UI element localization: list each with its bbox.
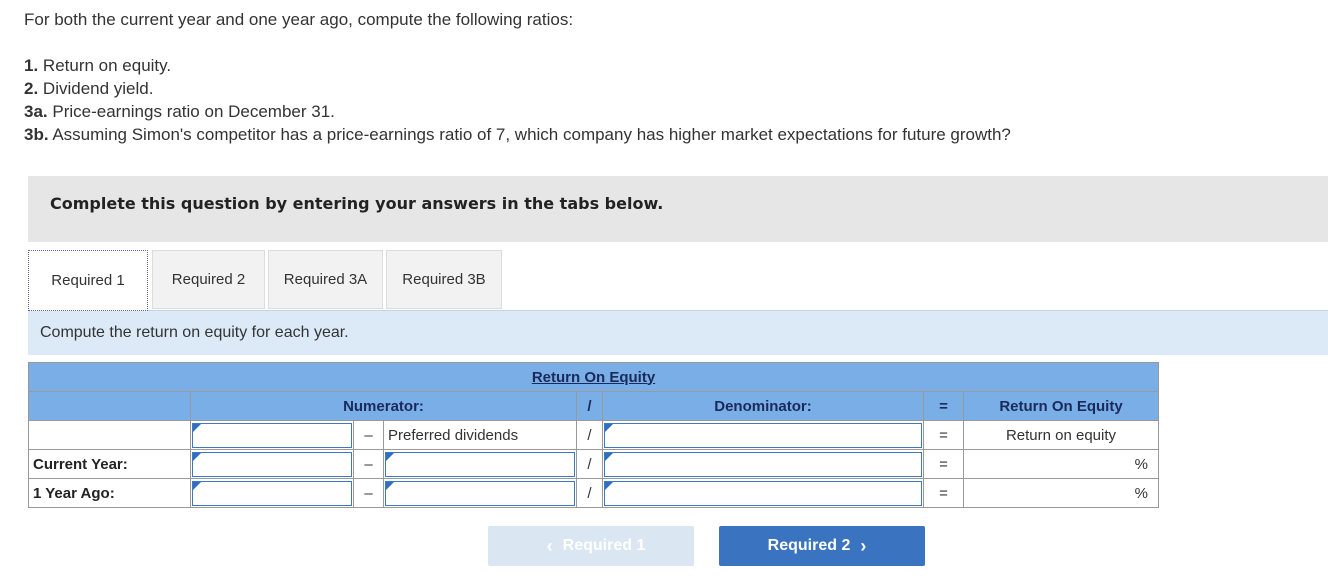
- equals-sign: =: [923, 478, 964, 508]
- current-preferred-dividends-input[interactable]: [385, 451, 575, 477]
- table-title: Return On Equity: [531, 368, 656, 386]
- divide-header: /: [576, 391, 603, 421]
- equals-sign: =: [923, 420, 964, 450]
- table-title-row: Return On Equity: [28, 362, 1159, 392]
- chevron-right-icon: ›: [860, 535, 867, 556]
- net-income-label-input[interactable]: [192, 422, 352, 448]
- question-item-1: 1. Return on equity.: [24, 56, 172, 75]
- tab-required-3b[interactable]: Required 3B: [386, 250, 502, 309]
- prior-preferred-dividends-input[interactable]: [385, 480, 575, 506]
- minus-sign: –: [353, 478, 384, 508]
- tab-required-3a[interactable]: Required 3A: [268, 250, 383, 309]
- divide-sign: /: [576, 449, 603, 479]
- table-row-labels: – Preferred dividends / = Return on equi…: [28, 420, 1159, 450]
- question-item-3a: 3a. Price-earnings ratio on December 31.: [24, 102, 335, 121]
- header-blank: [28, 391, 191, 421]
- table-row: 1 Year Ago: – / = %: [28, 478, 1159, 508]
- equals-sign: =: [923, 449, 964, 479]
- instruction-bar: Compute the return on equity for each ye…: [28, 311, 1328, 355]
- row-label-current-year: Current Year:: [28, 449, 191, 479]
- equals-header: =: [923, 391, 964, 421]
- result-header: Return On Equity: [963, 391, 1159, 421]
- question-item-3b: 3b. Assuming Simon's competitor has a pr…: [24, 125, 1011, 144]
- previous-button[interactable]: ‹ Required 1: [488, 526, 694, 566]
- prior-denominator-input[interactable]: [604, 480, 922, 506]
- table-header-row: Numerator: / Denominator: = Return On Eq…: [28, 391, 1159, 421]
- instructions-banner: Complete this question by entering your …: [28, 176, 1328, 242]
- current-net-income-input[interactable]: [192, 451, 352, 477]
- tab-required-2[interactable]: Required 2: [152, 250, 265, 309]
- denominator-label-input[interactable]: [604, 422, 922, 448]
- table-row: Current Year: – / = %: [28, 449, 1159, 479]
- divide-sign: /: [576, 420, 603, 450]
- chevron-left-icon: ‹: [546, 535, 553, 556]
- current-denominator-input[interactable]: [604, 451, 922, 477]
- instruction-text: Compute the return on equity for each ye…: [40, 324, 349, 341]
- question-item-2: 2. Dividend yield.: [24, 79, 154, 98]
- preferred-dividends-label: Preferred dividends: [383, 420, 577, 450]
- divide-sign: /: [576, 478, 603, 508]
- question-intro: For both the current year and one year a…: [24, 10, 574, 29]
- previous-button-label: Required 1: [562, 537, 646, 554]
- next-button[interactable]: Required 2 ›: [719, 526, 925, 566]
- prior-roe-result: %: [963, 478, 1159, 508]
- prior-net-income-input[interactable]: [192, 480, 352, 506]
- minus-sign: –: [353, 420, 384, 450]
- next-button-label: Required 2: [767, 537, 851, 554]
- row-label-1-year-ago: 1 Year Ago:: [28, 478, 191, 508]
- current-roe-result: %: [963, 449, 1159, 479]
- denominator-header: Denominator:: [602, 391, 924, 421]
- result-sub-label: Return on equity: [963, 420, 1159, 450]
- question-text: For both the current year and one year a…: [24, 8, 1011, 146]
- minus-sign: –: [353, 449, 384, 479]
- banner-text: Complete this question by entering your …: [50, 194, 664, 213]
- roe-table: Return On Equity Numerator: / Denominato…: [28, 362, 1159, 508]
- numerator-header: Numerator:: [190, 391, 577, 421]
- tab-required-1[interactable]: Required 1: [28, 250, 148, 311]
